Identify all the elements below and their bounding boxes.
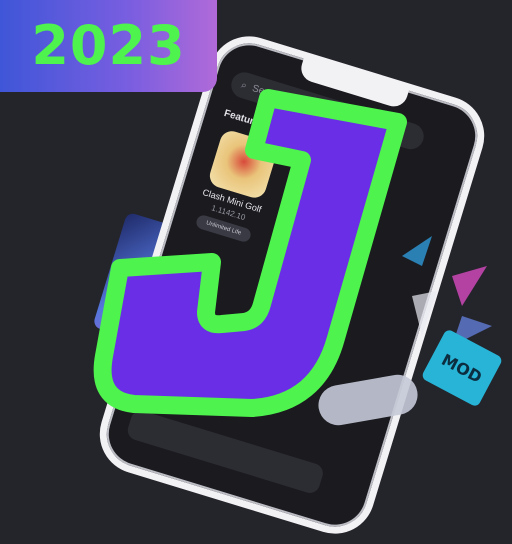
mod-label: MOD (438, 349, 486, 387)
year-label: 2023 (31, 14, 186, 77)
bottom-list-item[interactable] (125, 408, 326, 496)
search-placeholder: Search for games (250, 82, 330, 117)
game-card-clash[interactable]: Clash Mini Golf 1.1142.10 Unlimited Life (192, 128, 281, 245)
game-thumbnail (206, 128, 280, 201)
search-icon: ⌕ (239, 79, 249, 92)
year-badge: 2023 (0, 0, 217, 92)
game-card-minecraft[interactable]: MineCraft 1.1142.10 Unlimited Money (263, 160, 352, 277)
section-title: Featured (222, 107, 267, 131)
game-thumbnail (278, 160, 351, 234)
